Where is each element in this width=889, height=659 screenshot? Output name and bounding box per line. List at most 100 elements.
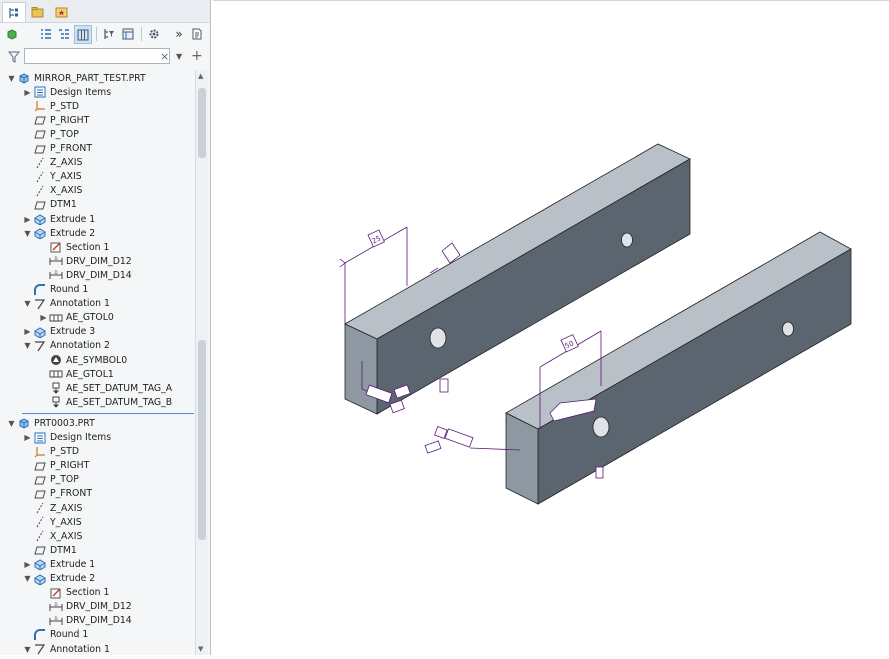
datum-plane-icon <box>33 488 47 500</box>
chevron-down-icon[interactable]: ▼ <box>176 52 182 61</box>
expand-arrow-right-icon[interactable]: ▶ <box>22 327 33 336</box>
tree-row[interactable]: ▼ Extrude 2 <box>22 226 95 240</box>
tree-row[interactable]: ▶ Design Items <box>22 431 111 445</box>
settings-button[interactable] <box>146 25 162 42</box>
search-input[interactable] <box>24 48 170 64</box>
tree-row[interactable]: DTM1 <box>22 198 77 212</box>
expand-arrow-down-icon[interactable]: ▼ <box>6 419 17 428</box>
add-filter-button[interactable]: + <box>191 48 203 64</box>
clear-filter-button[interactable]: × <box>160 50 169 63</box>
tree-splitter[interactable] <box>22 413 194 414</box>
tree-row[interactable]: P_RIGHT <box>22 113 89 127</box>
tree-row[interactable]: DTM1 <box>22 543 77 557</box>
tree-row[interactable]: P_STD <box>22 99 79 113</box>
scroll-thumb[interactable] <box>198 88 206 158</box>
tree-row[interactable]: ▶ Extrude 1 <box>22 212 95 226</box>
tree-row[interactable]: ▶ AE_GTOL0 <box>38 311 113 325</box>
tree-row[interactable]: Y_AXIS <box>22 515 82 529</box>
document-button[interactable] <box>189 25 205 42</box>
gtol-icon <box>49 312 63 324</box>
expand-arrow-down-icon[interactable]: ▼ <box>22 299 33 308</box>
tree-row[interactable]: AE_SET_DATUM_TAG_A <box>38 381 172 395</box>
tree-row-label: Extrude 1 <box>50 213 96 225</box>
tree-row-label: AE_GTOL1 <box>66 368 114 380</box>
tree-row-label: MIRROR_PART_TEST.PRT <box>34 72 146 84</box>
tree-row[interactable]: D DRV_DIM_D12 <box>38 600 132 614</box>
model-view[interactable]: 25 50 <box>213 1 889 656</box>
tree-row[interactable]: ▼ MIRROR_PART_TEST.PRT <box>6 71 146 85</box>
tree-list-icon <box>59 28 69 39</box>
tree-row[interactable]: X_AXIS <box>22 184 82 198</box>
tree-filters-button[interactable] <box>56 25 72 42</box>
model-tree-tab[interactable] <box>2 2 26 22</box>
datum-plane-icon <box>33 474 47 486</box>
columns-button[interactable] <box>74 25 92 44</box>
tree-scrollbar[interactable]: ▲ ▼ <box>195 70 208 655</box>
tree-row-label: DRV_DIM_D12 <box>66 255 132 267</box>
expand-arrow-down-icon[interactable]: ▼ <box>6 74 17 83</box>
dimension-icon: D <box>49 269 63 281</box>
tree-row[interactable]: ▶ Design Items <box>22 85 111 99</box>
part-icon <box>17 72 31 84</box>
expand-arrow-down-icon[interactable]: ▼ <box>22 645 33 654</box>
tree-row[interactable]: P_TOP <box>22 127 79 141</box>
tree-toolbar: » <box>0 23 210 45</box>
folder-browser-tab[interactable] <box>26 2 48 21</box>
tree-row[interactable]: ▼ Annotation 2 <box>22 339 109 353</box>
model-icon-button[interactable] <box>4 25 20 42</box>
block-1-end-face <box>344 323 378 415</box>
scroll-up-icon[interactable]: ▲ <box>198 72 203 80</box>
scroll-thumb-lower[interactable] <box>198 340 206 540</box>
tree-row[interactable]: ▼ Extrude 2 <box>22 572 95 586</box>
tree-row[interactable]: D DRV_DIM_D12 <box>38 254 132 268</box>
layer-button[interactable] <box>120 25 136 42</box>
tree-row[interactable]: P_FRONT <box>22 142 92 156</box>
tree-row[interactable]: P_TOP <box>22 473 79 487</box>
tree-row[interactable]: AE_GTOL1 <box>38 367 114 381</box>
expand-arrow-right-icon[interactable]: ▶ <box>22 433 33 442</box>
gear-icon <box>149 29 159 38</box>
tree-row[interactable]: ▶ Extrude 3 <box>22 325 95 339</box>
scroll-down-icon[interactable]: ▼ <box>198 645 203 653</box>
expand-arrow-right-icon[interactable]: ▶ <box>38 313 49 322</box>
tree-row[interactable]: Z_AXIS <box>22 156 82 170</box>
tree-row[interactable]: P_FRONT <box>22 487 92 501</box>
tree-row[interactable]: Round 1 <box>22 283 88 297</box>
expand-arrow-down-icon[interactable]: ▼ <box>22 341 33 350</box>
datum-plane-icon <box>33 544 47 556</box>
tree-row[interactable]: AE_SET_DATUM_TAG_B <box>38 395 172 409</box>
tree-row[interactable]: Section 1 <box>38 240 109 254</box>
favorites-tab[interactable] <box>50 2 72 21</box>
model-tree: ▼ MIRROR_PART_TEST.PRT ▶ Design Items P_STD P… <box>0 70 194 655</box>
tree-row[interactable]: D DRV_DIM_D14 <box>38 614 132 628</box>
expand-arrow-down-icon[interactable]: ▼ <box>22 574 33 583</box>
navigator-tabs <box>0 0 210 23</box>
tree-row[interactable]: AE_SYMBOL0 <box>38 353 127 367</box>
cube-icon <box>7 28 17 40</box>
tree-row[interactable]: Section 1 <box>38 586 109 600</box>
expand-arrow-right-icon[interactable]: ▶ <box>22 215 33 224</box>
tree-row[interactable]: P_STD <box>22 445 79 459</box>
tree-row-label: Z_AXIS <box>50 157 83 169</box>
tree-row[interactable]: ▶ Extrude 1 <box>22 557 95 571</box>
tree-row[interactable]: Round 1 <box>22 628 88 642</box>
filter-settings-button[interactable] <box>101 25 117 42</box>
tree-row[interactable]: X_AXIS <box>22 529 82 543</box>
csys-icon <box>33 100 47 112</box>
tree-row[interactable]: Z_AXIS <box>22 501 82 515</box>
expand-arrow-right-icon[interactable]: ▶ <box>22 560 33 569</box>
tree-row[interactable]: ▼ Annotation 1 <box>22 297 109 311</box>
csys-icon <box>33 446 47 458</box>
show-tree-button[interactable] <box>38 25 54 42</box>
tree-row[interactable]: D DRV_DIM_D14 <box>38 268 132 282</box>
graphics-viewport[interactable]: 25 50 <box>213 0 889 656</box>
expand-arrow-down-icon[interactable]: ▼ <box>22 229 33 238</box>
more-button[interactable]: » <box>171 25 187 42</box>
sketch-icon <box>49 587 63 599</box>
expand-arrow-right-icon[interactable]: ▶ <box>22 88 33 97</box>
tree-row[interactable]: P_RIGHT <box>22 459 89 473</box>
tree-row[interactable]: ▼ Annotation 1 <box>22 642 109 655</box>
tree-row[interactable]: Y_AXIS <box>22 170 82 184</box>
tree-row[interactable]: ▼ PRT0003.PRT <box>6 416 95 430</box>
annotation-icon <box>33 643 47 655</box>
